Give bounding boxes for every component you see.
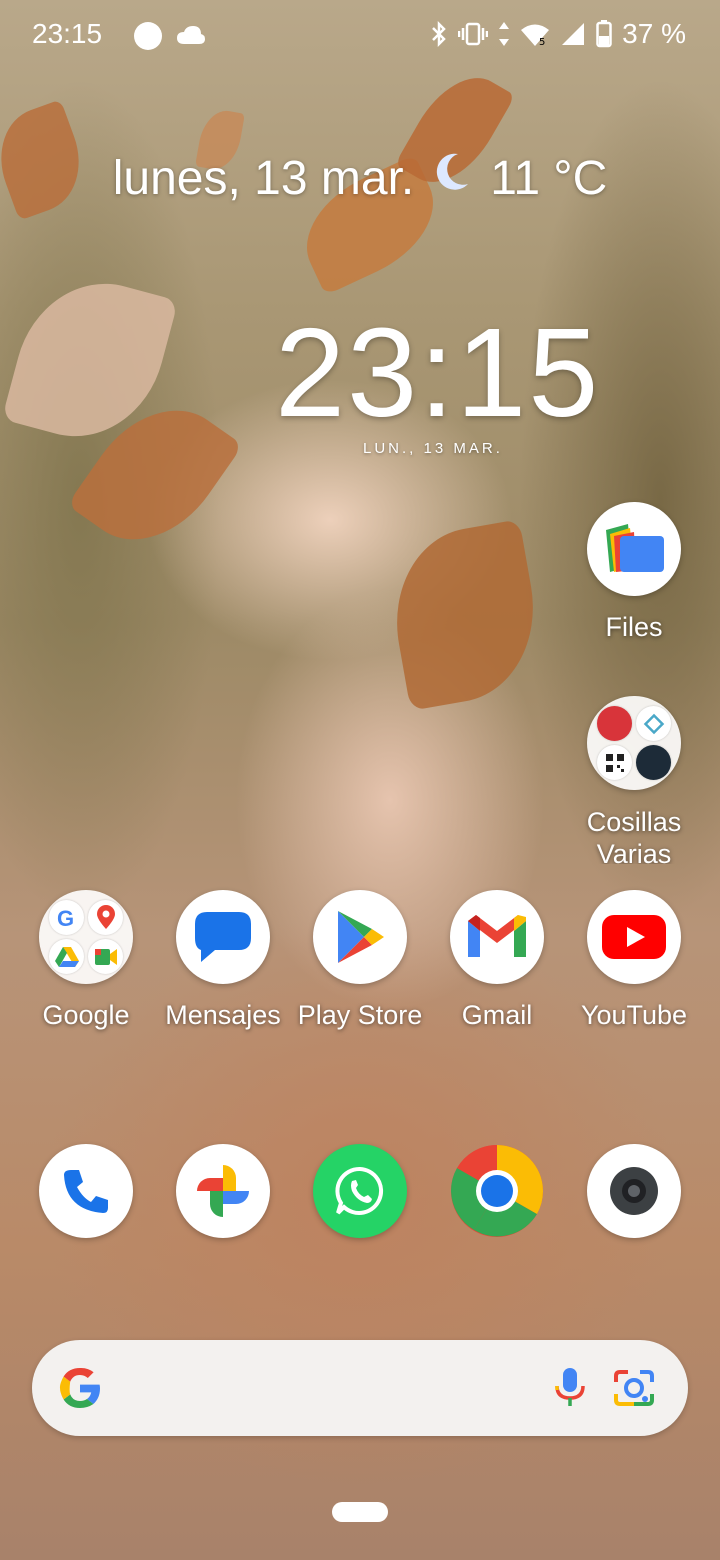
wifi-icon: 5 — [520, 21, 550, 47]
messages-icon — [176, 890, 270, 984]
folder-cosillas-varias[interactable]: Cosillas Varias — [564, 696, 704, 864]
moon-icon — [432, 150, 472, 206]
mic-icon[interactable] — [552, 1364, 588, 1417]
folder-app-icon — [597, 706, 632, 741]
app-chrome[interactable] — [427, 1144, 567, 1238]
folder-icon — [587, 696, 681, 790]
play-store-icon — [313, 890, 407, 984]
app-phone[interactable] — [16, 1144, 156, 1238]
svg-text:G: G — [57, 906, 74, 931]
drive-mini-icon — [49, 939, 84, 974]
clock-widget-time[interactable]: 23:15 — [275, 300, 600, 445]
app-whatsapp[interactable] — [290, 1144, 430, 1238]
phone-icon — [39, 1144, 133, 1238]
camera-icon — [587, 1144, 681, 1238]
circle-icon — [134, 22, 162, 50]
youtube-icon — [587, 890, 681, 984]
google-search-mini-icon: G — [49, 900, 84, 935]
cloud-icon — [176, 24, 206, 51]
photos-icon — [176, 1144, 270, 1238]
app-mensajes[interactable]: Mensajes — [153, 890, 293, 1031]
app-label: Mensajes — [165, 1000, 281, 1030]
google-search-bar[interactable] — [32, 1340, 688, 1436]
app-photos[interactable] — [153, 1144, 293, 1238]
status-icons: 5 37 % — [430, 18, 686, 50]
folder-app-icon — [636, 706, 671, 741]
chrome-icon — [450, 1144, 544, 1238]
status-time: 23:15 — [32, 18, 103, 49]
clock-widget-date: LUN., 13 MAR. — [363, 440, 503, 457]
files-icon — [587, 502, 681, 596]
maps-mini-icon — [88, 900, 123, 935]
temperature-label[interactable]: 11 °C — [490, 151, 607, 206]
app-label: Google — [42, 1000, 130, 1030]
data-arrows-icon — [498, 21, 510, 47]
folder-google[interactable]: G Google — [16, 890, 156, 1031]
status-bar: 23:15 5 37 % — [0, 0, 720, 72]
google-folder-icon: G — [39, 890, 133, 984]
app-youtube[interactable]: YouTube — [564, 890, 704, 1031]
app-label: YouTube — [580, 1000, 688, 1030]
whatsapp-icon — [313, 1144, 407, 1238]
signal-icon — [560, 21, 586, 47]
date-label[interactable]: lunes, 13 mar. — [113, 151, 415, 206]
battery-percent: 37 % — [622, 18, 686, 49]
battery-icon — [596, 20, 612, 48]
app-label: Play Store — [297, 1000, 423, 1030]
app-label: Gmail — [461, 1000, 533, 1030]
meet-mini-icon — [88, 939, 123, 974]
svg-text:5: 5 — [539, 37, 545, 47]
vibrate-icon — [458, 21, 489, 47]
wallpaper-leaf — [381, 519, 549, 711]
app-label: Files — [605, 612, 663, 642]
folder-app-icon — [636, 745, 671, 780]
app-play-store[interactable]: Play Store — [290, 890, 430, 1031]
bluetooth-icon — [430, 20, 448, 48]
app-label: Cosillas Varias — [586, 807, 682, 864]
home-screen: 23:15 5 37 % lunes, 13 mar. 11 °C 23:15 … — [0, 0, 720, 1560]
folder-app-icon — [597, 745, 632, 780]
lens-icon[interactable] — [610, 1364, 658, 1417]
app-files[interactable]: Files — [564, 502, 704, 643]
gesture-handle[interactable] — [332, 1502, 388, 1522]
google-g-icon[interactable] — [56, 1364, 104, 1417]
at-a-glance-widget[interactable]: lunes, 13 mar. 11 °C — [0, 150, 720, 206]
gmail-icon — [450, 890, 544, 984]
app-camera[interactable] — [564, 1144, 704, 1238]
app-gmail[interactable]: Gmail — [427, 890, 567, 1031]
